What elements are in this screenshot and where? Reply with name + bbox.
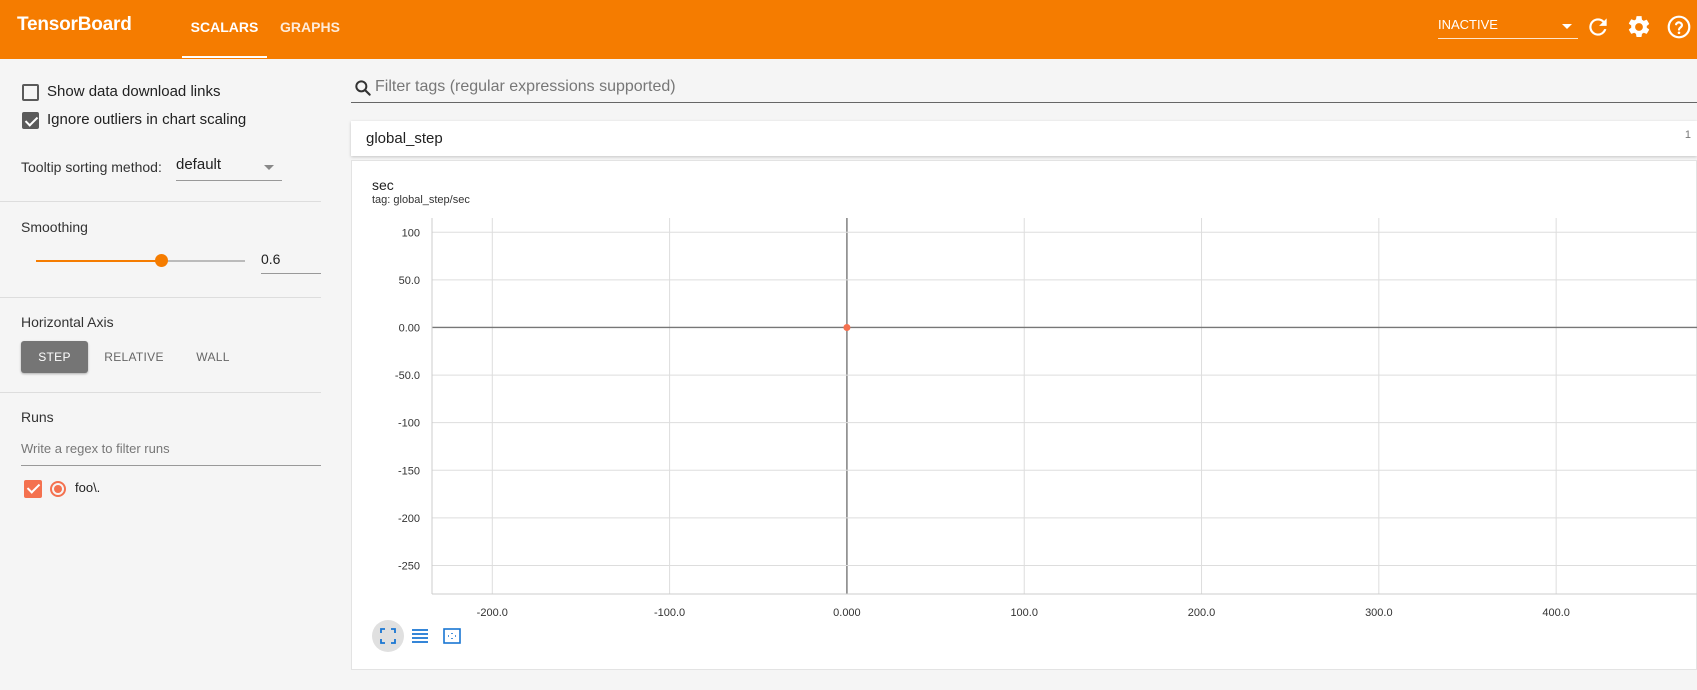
chevron-down-icon [264,165,274,170]
tooltip-sorting-label: Tooltip sorting method: [21,159,162,175]
category-header[interactable]: global_step 1 [351,121,1697,156]
scalar-chart-card: sec tag: global_step/sec -200.0 -100.0 0.0… [351,160,1697,670]
chevron-down-icon [1562,24,1572,29]
fit-domain-button[interactable] [372,620,404,652]
x-tick-label: 200.0 [1188,607,1216,619]
tooltip-sorting-value: default [176,156,222,173]
y-tick-label: -250 [398,560,420,572]
smoothing-input[interactable]: 0.6 [261,247,321,274]
y-tick-label: -100 [398,418,420,430]
run-status-value: INACTIVE [1438,17,1498,32]
x-tick-label: -100.0 [654,607,685,619]
y-tick-label: -50.0 [395,370,420,382]
y-tick-label: 100 [402,227,420,239]
smoothing-slider-fill [36,260,162,262]
category-title: global_step [366,130,443,147]
run-checkbox[interactable] [24,480,42,498]
scalar-chart[interactable]: -200.0 -100.0 0.000 100.0 200.0 300.0 400.0 100… [352,161,1697,621]
horizontal-axis-label: Horizontal Axis [21,314,114,330]
active-tab-indicator [182,56,267,58]
help-icon[interactable] [1666,14,1692,40]
y-tick-label: 0.00 [399,322,420,334]
smoothing-slider-thumb[interactable] [155,254,169,267]
zoom-out-button[interactable] [436,620,468,652]
tag-filter-input[interactable]: Filter tags (regular expressions support… [351,73,1697,103]
smoothing-slider[interactable] [36,254,245,267]
divider [0,297,321,298]
run-status-dropdown[interactable]: INACTIVE [1438,12,1578,39]
smoothing-label: Smoothing [21,219,88,235]
divider [0,392,321,393]
zoom-out-icon [443,628,461,644]
run-name: foo\. [75,480,101,495]
tab-scalars[interactable]: SCALARS [182,0,267,59]
tooltip-sorting-dropdown[interactable]: default [176,156,282,181]
ignore-outliers-checkbox[interactable] [22,112,39,129]
y-tick-label: 50.0 [399,275,420,287]
x-tick-label: 0.000 [833,607,861,619]
category-count: 1 [1684,129,1691,141]
fit-domain-icon [380,628,396,644]
ignore-outliers-label: Ignore outliers in chart scaling [47,111,247,128]
data-selection-icon [412,629,428,643]
runs-filter-input[interactable]: Write a regex to filter runs [21,436,321,466]
axis-step-button[interactable]: STEP [21,341,88,373]
y-tick-label: -150 [398,465,420,477]
refresh-icon[interactable] [1585,14,1611,40]
divider [0,201,321,202]
runs-label: Runs [21,409,54,425]
run-radio[interactable] [50,481,66,497]
show-download-links-checkbox[interactable] [22,84,39,101]
x-tick-label: 400.0 [1542,607,1570,619]
top-app-bar: TensorBoard SCALARS GRAPHS INACTIVE [0,0,1697,59]
x-tick-label: -200.0 [477,607,508,619]
x-tick-label: 300.0 [1365,607,1393,619]
data-point [843,323,851,331]
tag-filter-placeholder: Filter tags (regular expressions support… [375,78,676,95]
data-selection-button[interactable] [404,620,436,652]
search-icon [355,80,371,96]
x-tick-label: 100.0 [1010,607,1038,619]
axis-relative-button[interactable]: RELATIVE [96,341,172,373]
settings-icon[interactable] [1626,14,1652,40]
axis-wall-button[interactable]: WALL [183,341,243,373]
show-download-links-label: Show data download links [47,83,221,100]
y-tick-label: -200 [398,513,420,525]
tab-graphs[interactable]: GRAPHS [270,0,350,59]
sidebar: Show data download links Ignore outliers… [0,59,321,690]
app-title: TensorBoard [17,14,132,35]
